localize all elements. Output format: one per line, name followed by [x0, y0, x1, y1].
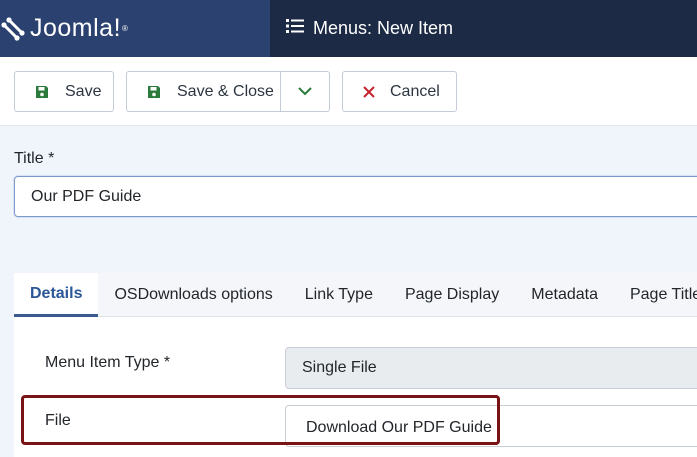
cancel-button[interactable]: Cancel — [342, 71, 457, 112]
save-close-button[interactable]: Save & Close — [126, 71, 281, 112]
page-title: Menus: New Item — [270, 0, 453, 57]
file-field[interactable]: Download Our PDF Guide — [285, 405, 697, 447]
top-header: Joomla! ® Menus: New Item — [0, 0, 697, 57]
brand-name: Joomla! — [30, 14, 122, 42]
tab-page-display[interactable]: Page Display — [389, 273, 515, 317]
toolbar: Save Save & Close Cancel — [0, 57, 697, 126]
floppy-disk-icon — [147, 85, 161, 99]
joomla-logo-icon — [0, 16, 26, 42]
close-icon — [363, 85, 375, 98]
chevron-down-icon — [298, 83, 312, 101]
save-button-label: Save — [65, 82, 102, 100]
list-icon — [286, 18, 304, 39]
save-options-dropdown-button[interactable] — [280, 71, 330, 112]
brand-registered-mark: ® — [122, 24, 128, 33]
tab-bar: Details OSDownloads options Link Type Pa… — [14, 273, 697, 317]
tab-details[interactable]: Details — [14, 273, 99, 317]
menu-item-type-field[interactable]: Single File — [285, 347, 697, 389]
title-label: Title * — [14, 150, 55, 167]
cancel-button-label: Cancel — [390, 82, 440, 100]
title-input[interactable] — [14, 176, 697, 217]
tab-osdownloads-options[interactable]: OSDownloads options — [98, 273, 288, 317]
tab-link-type[interactable]: Link Type — [289, 273, 389, 317]
tab-metadata[interactable]: Metadata — [515, 273, 614, 317]
file-label: File — [45, 412, 71, 429]
brand-area[interactable]: Joomla! ® — [0, 0, 270, 57]
floppy-disk-icon — [35, 85, 49, 99]
save-close-button-label: Save & Close — [177, 82, 274, 100]
save-button[interactable]: Save — [14, 71, 114, 112]
page-title-text: Menus: New Item — [313, 18, 454, 38]
tab-page-title[interactable]: Page Title — [614, 273, 697, 317]
menu-item-type-label: Menu Item Type * — [45, 354, 171, 371]
